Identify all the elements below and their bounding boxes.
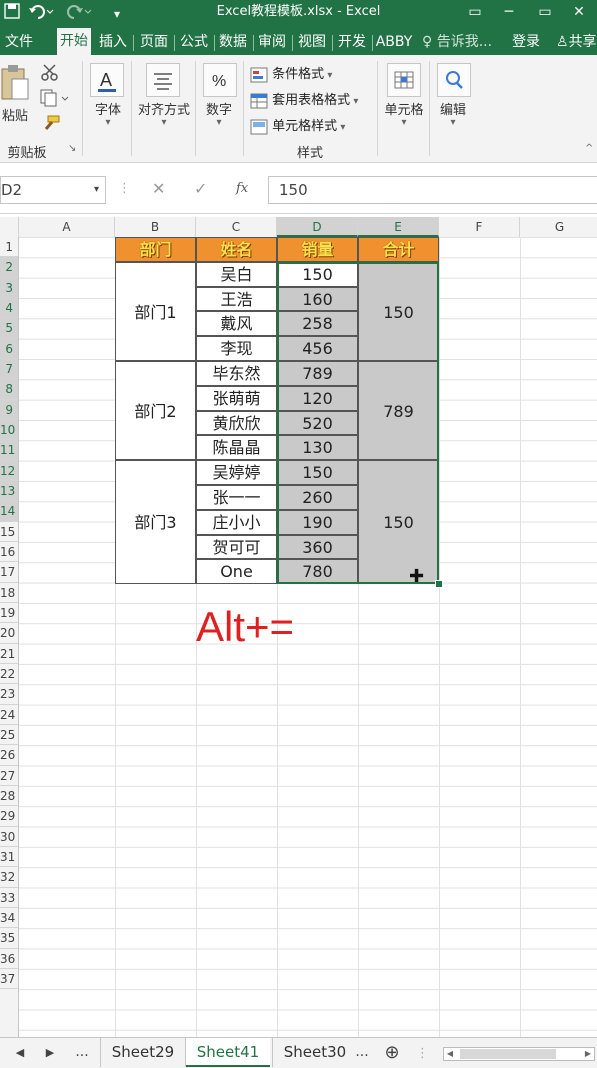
- table-header-cell[interactable]: 部门: [115, 237, 196, 262]
- name-cell[interactable]: 毕东然: [196, 361, 277, 386]
- scroll-right-icon[interactable]: ▶: [582, 1048, 594, 1060]
- sheet-tab[interactable]: Sheet29: [100, 1038, 186, 1067]
- scroll-left-icon[interactable]: ◀: [444, 1048, 456, 1060]
- name-cell[interactable]: 吴白: [196, 261, 277, 287]
- shortcut-overlay-text: Alt+=: [196, 603, 295, 650]
- sheet-tabs-bar: ◀ ▶ ... Sheet29 Sheet41 Sheet30 ... ⊕ ⋮ …: [0, 1037, 597, 1068]
- name-cell[interactable]: 黄欣欣: [196, 410, 277, 436]
- name-cell[interactable]: 陈晶晶: [196, 435, 277, 461]
- prev-sheet-icon[interactable]: ◀: [10, 1038, 30, 1067]
- next-sheet-icon[interactable]: ▶: [40, 1038, 60, 1067]
- more-sheets-right-button[interactable]: ...: [352, 1038, 372, 1067]
- more-sheets-button[interactable]: ...: [72, 1038, 92, 1067]
- sheet-tab[interactable]: Sheet30: [272, 1038, 357, 1067]
- cursor-icon: ✚: [409, 566, 425, 588]
- name-cell[interactable]: 李现: [196, 336, 277, 361]
- table-header-cell[interactable]: 销量: [277, 237, 358, 262]
- name-cell[interactable]: 王浩: [196, 286, 277, 312]
- name-cell[interactable]: 庄小小: [196, 509, 277, 535]
- name-cell[interactable]: 吴婷婷: [196, 460, 277, 485]
- department-cell[interactable]: 部门3: [115, 460, 196, 585]
- table-header-cell[interactable]: 姓名: [196, 237, 277, 262]
- sheet-tab-active[interactable]: Sheet41: [186, 1038, 270, 1067]
- data-table: 部门 姓名 销量 合计 部门1 150 吴白 150 王浩 160 戴风 258 李现 456 部门2 789…: [0, 0, 597, 1037]
- department-cell[interactable]: 部门2: [115, 361, 196, 461]
- name-cell[interactable]: 戴风: [196, 311, 277, 337]
- name-cell[interactable]: 张一一: [196, 485, 277, 510]
- department-cell[interactable]: 部门1: [115, 261, 196, 361]
- fill-handle[interactable]: [435, 580, 443, 589]
- add-sheet-icon[interactable]: ⊕: [382, 1038, 402, 1067]
- scrollbar-thumb[interactable]: [460, 1049, 556, 1059]
- selection-range-border: [277, 261, 439, 585]
- name-cell[interactable]: One: [196, 559, 277, 585]
- split-handle-icon[interactable]: ⋮: [416, 1046, 429, 1061]
- name-cell[interactable]: 张萌萌: [196, 385, 277, 411]
- table-header-cell[interactable]: 合计: [358, 237, 439, 262]
- horizontal-scrollbar[interactable]: ◀ ▶: [443, 1047, 595, 1061]
- name-cell[interactable]: 贺可可: [196, 534, 277, 560]
